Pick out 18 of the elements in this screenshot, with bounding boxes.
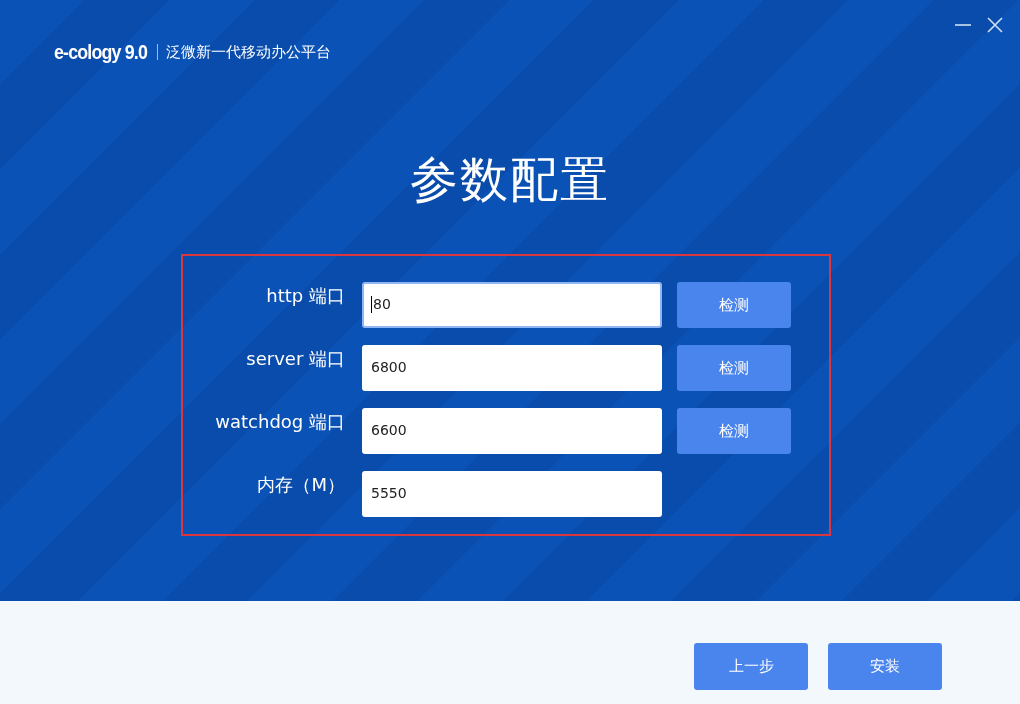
check-button[interactable]: 检测 (677, 282, 791, 328)
back-button[interactable]: 上一步 (694, 643, 808, 690)
input-field[interactable]: 80 (362, 282, 662, 328)
field-label: watchdog 端口 (214, 410, 345, 434)
close-icon[interactable] (986, 16, 1004, 34)
field-label: 内存（M） (256, 473, 345, 497)
check-button[interactable]: 检测 (677, 408, 791, 454)
subtitle: 泛微新一代移动办公平台 (166, 42, 332, 62)
field-label: http 端口 (265, 284, 345, 308)
field-label: server 端口 (245, 347, 345, 371)
input-field[interactable]: 5550 (362, 471, 662, 517)
input-field[interactable]: 6800 (362, 345, 662, 391)
logo-text: e-cology 9.0 (54, 40, 147, 64)
text-cursor (371, 296, 372, 313)
input-field[interactable]: 6600 (362, 408, 662, 454)
install-button[interactable]: 安装 (828, 643, 942, 690)
check-button[interactable]: 检测 (677, 345, 791, 391)
page-title: 参数配置 (410, 150, 610, 209)
